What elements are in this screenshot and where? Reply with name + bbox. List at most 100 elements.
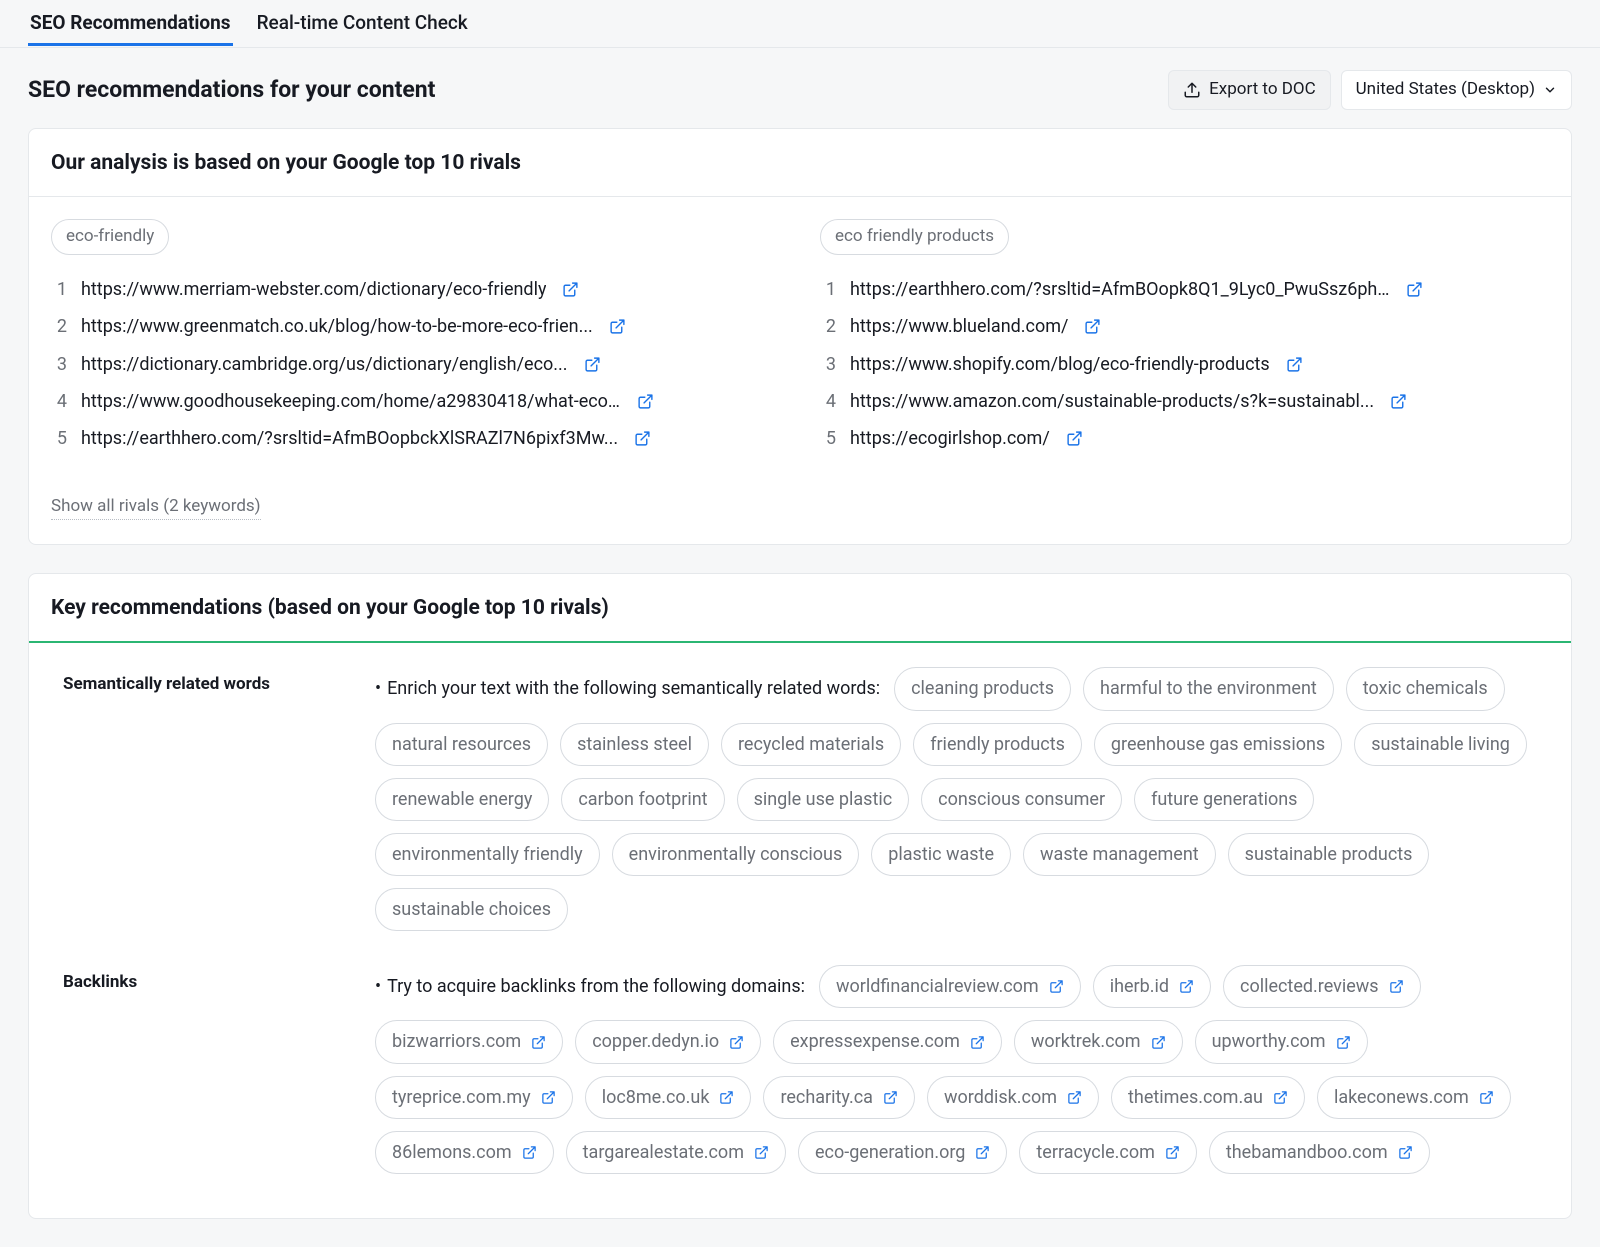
semantic-word-tag-label: renewable energy <box>392 787 532 812</box>
backlink-domain-tag[interactable]: recharity.ca <box>763 1076 915 1119</box>
external-link-icon <box>754 1145 769 1160</box>
semantic-words-lead: Enrich your text with the following sema… <box>387 678 880 699</box>
export-icon <box>1183 81 1201 99</box>
backlink-domain-tag[interactable]: thebamandboo.com <box>1209 1131 1430 1174</box>
semantic-word-tag[interactable]: stainless steel <box>560 723 709 766</box>
external-link-icon[interactable] <box>1066 430 1083 447</box>
external-link-icon[interactable] <box>1390 393 1407 410</box>
external-link-icon[interactable] <box>1084 318 1101 335</box>
semantic-word-tag[interactable]: environmentally friendly <box>375 833 600 876</box>
semantic-word-tag[interactable]: cleaning products <box>894 667 1071 710</box>
external-link-icon <box>1389 979 1404 994</box>
rival-url-row: 2 https://www.blueland.com/ <box>820 308 1549 345</box>
rival-rank-number: 2 <box>820 314 836 339</box>
external-link-icon[interactable] <box>1406 281 1423 298</box>
backlink-domain-tag-label: worldfinancialreview.com <box>836 974 1039 999</box>
keyword-chip[interactable]: eco-friendly <box>51 219 169 255</box>
semantic-word-tag[interactable]: plastic waste <box>871 833 1011 876</box>
semantic-words-section: Semantically related words •Enrich your … <box>63 667 1549 931</box>
semantic-word-tag[interactable]: toxic chemicals <box>1346 667 1505 710</box>
rival-url-row: 1https://www.merriam-webster.com/diction… <box>51 271 780 308</box>
tab-realtime-content-check[interactable]: Real-time Content Check <box>255 2 470 45</box>
backlink-domain-tag-label: targarealestate.com <box>583 1140 744 1165</box>
rivals-card-title: Our analysis is based on your Google top… <box>29 129 1571 197</box>
semantic-word-tag[interactable]: sustainable living <box>1354 723 1527 766</box>
backlink-domain-tag[interactable]: 86lemons.com <box>375 1131 554 1174</box>
external-link-icon <box>1179 979 1194 994</box>
semantic-word-tag[interactable]: natural resources <box>375 723 548 766</box>
rival-rank-number: 3 <box>51 352 67 377</box>
backlink-domain-tag[interactable]: thetimes.com.au <box>1111 1076 1305 1119</box>
rival-rank-number: 1 <box>820 277 836 302</box>
external-link-icon[interactable] <box>609 318 626 335</box>
external-link-icon <box>1479 1090 1494 1105</box>
external-link-icon[interactable] <box>634 430 651 447</box>
tab-seo-recommendations[interactable]: SEO Recommendations <box>28 2 233 45</box>
backlink-domain-tag[interactable]: upworthy.com <box>1195 1020 1368 1063</box>
semantic-word-tag-label: environmentally conscious <box>629 842 843 867</box>
external-link-icon <box>970 1035 985 1050</box>
semantic-word-tag[interactable]: sustainable choices <box>375 888 568 931</box>
keyword-chip[interactable]: eco friendly products <box>820 219 1009 255</box>
semantic-word-tag[interactable]: waste management <box>1023 833 1216 876</box>
semantic-words-label: Semantically related words <box>63 667 343 697</box>
semantic-word-tag[interactable]: sustainable products <box>1228 833 1430 876</box>
backlink-domain-tag[interactable]: terracycle.com <box>1019 1131 1196 1174</box>
backlinks-label: Backlinks <box>63 965 343 995</box>
backlink-domain-tag[interactable]: worddisk.com <box>927 1076 1099 1119</box>
backlink-domain-tag[interactable]: collected.reviews <box>1223 965 1421 1008</box>
external-link-icon <box>1398 1145 1413 1160</box>
backlink-domain-tag[interactable]: targarealestate.com <box>566 1131 786 1174</box>
semantic-word-tag[interactable]: friendly products <box>913 723 1082 766</box>
backlink-domain-tag[interactable]: tyreprice.com.my <box>375 1076 573 1119</box>
semantic-word-tag[interactable]: recycled materials <box>721 723 901 766</box>
backlink-domain-tag[interactable]: eco-generation.org <box>798 1131 1007 1174</box>
semantic-word-tag-label: natural resources <box>392 732 531 757</box>
semantic-word-tag[interactable]: greenhouse gas emissions <box>1094 723 1342 766</box>
backlink-domain-tag-label: expressexpense.com <box>790 1029 960 1054</box>
semantic-word-tag-label: environmentally friendly <box>392 842 583 867</box>
backlink-domain-tag-label: upworthy.com <box>1212 1029 1326 1054</box>
backlinks-section: Backlinks •Try to acquire backlinks from… <box>63 965 1549 1174</box>
semantic-word-tag-label: sustainable living <box>1371 732 1510 757</box>
page-header: SEO recommendations for your content Exp… <box>0 48 1600 128</box>
backlink-domain-tag[interactable]: worktrek.com <box>1014 1020 1183 1063</box>
backlink-domain-tag[interactable]: bizwarriors.com <box>375 1020 563 1063</box>
external-link-icon[interactable] <box>584 356 601 373</box>
backlink-domain-tag[interactable]: loc8me.co.uk <box>585 1076 752 1119</box>
semantic-word-tag[interactable]: environmentally conscious <box>612 833 860 876</box>
external-link-icon[interactable] <box>1286 356 1303 373</box>
semantic-word-tag-label: carbon footprint <box>578 787 707 812</box>
export-to-doc-button[interactable]: Export to DOC <box>1168 70 1331 110</box>
backlink-domain-tag-label: bizwarriors.com <box>392 1029 521 1054</box>
semantic-word-tag[interactable]: conscious consumer <box>921 778 1122 821</box>
show-all-rivals-link[interactable]: Show all rivals (2 keywords) <box>51 495 261 520</box>
rival-url-text: https://ecogirlshop.com/ <box>850 426 1050 451</box>
backlink-domain-tag-label: worddisk.com <box>944 1085 1057 1110</box>
rival-url-text: https://www.blueland.com/ <box>850 314 1068 339</box>
external-link-icon[interactable] <box>637 393 654 410</box>
backlink-domain-tag[interactable]: iherb.id <box>1093 965 1211 1008</box>
backlink-domain-tag[interactable]: worldfinancialreview.com <box>819 965 1081 1008</box>
backlink-domain-tag[interactable]: expressexpense.com <box>773 1020 1002 1063</box>
semantic-word-tag[interactable]: carbon footprint <box>561 778 724 821</box>
external-link-icon <box>1151 1035 1166 1050</box>
key-recommendations-card: Key recommendations (based on your Googl… <box>28 573 1572 1219</box>
semantic-word-tag[interactable]: future generations <box>1134 778 1314 821</box>
locale-select[interactable]: United States (Desktop) <box>1341 70 1572 110</box>
backlink-domain-tag-label: collected.reviews <box>1240 974 1379 999</box>
backlink-domain-tag[interactable]: copper.dedyn.io <box>575 1020 761 1063</box>
backlink-domain-tag-label: terracycle.com <box>1036 1140 1154 1165</box>
external-link-icon <box>1273 1090 1288 1105</box>
semantic-word-tag[interactable]: single use plastic <box>737 778 910 821</box>
semantic-word-tag-label: conscious consumer <box>938 787 1105 812</box>
rival-url-row: 4https://www.goodhousekeeping.com/home/a… <box>51 383 780 420</box>
semantic-word-tag-label: greenhouse gas emissions <box>1111 732 1325 757</box>
rivals-card: Our analysis is based on your Google top… <box>28 128 1572 545</box>
external-link-icon[interactable] <box>562 281 579 298</box>
backlink-domain-tag[interactable]: lakeconews.com <box>1317 1076 1511 1119</box>
semantic-word-tag[interactable]: renewable energy <box>375 778 549 821</box>
rival-url-row: 3https://www.shopify.com/blog/eco-friend… <box>820 346 1549 383</box>
backlink-domain-tag-label: loc8me.co.uk <box>602 1085 710 1110</box>
semantic-word-tag[interactable]: harmful to the environment <box>1083 667 1334 710</box>
